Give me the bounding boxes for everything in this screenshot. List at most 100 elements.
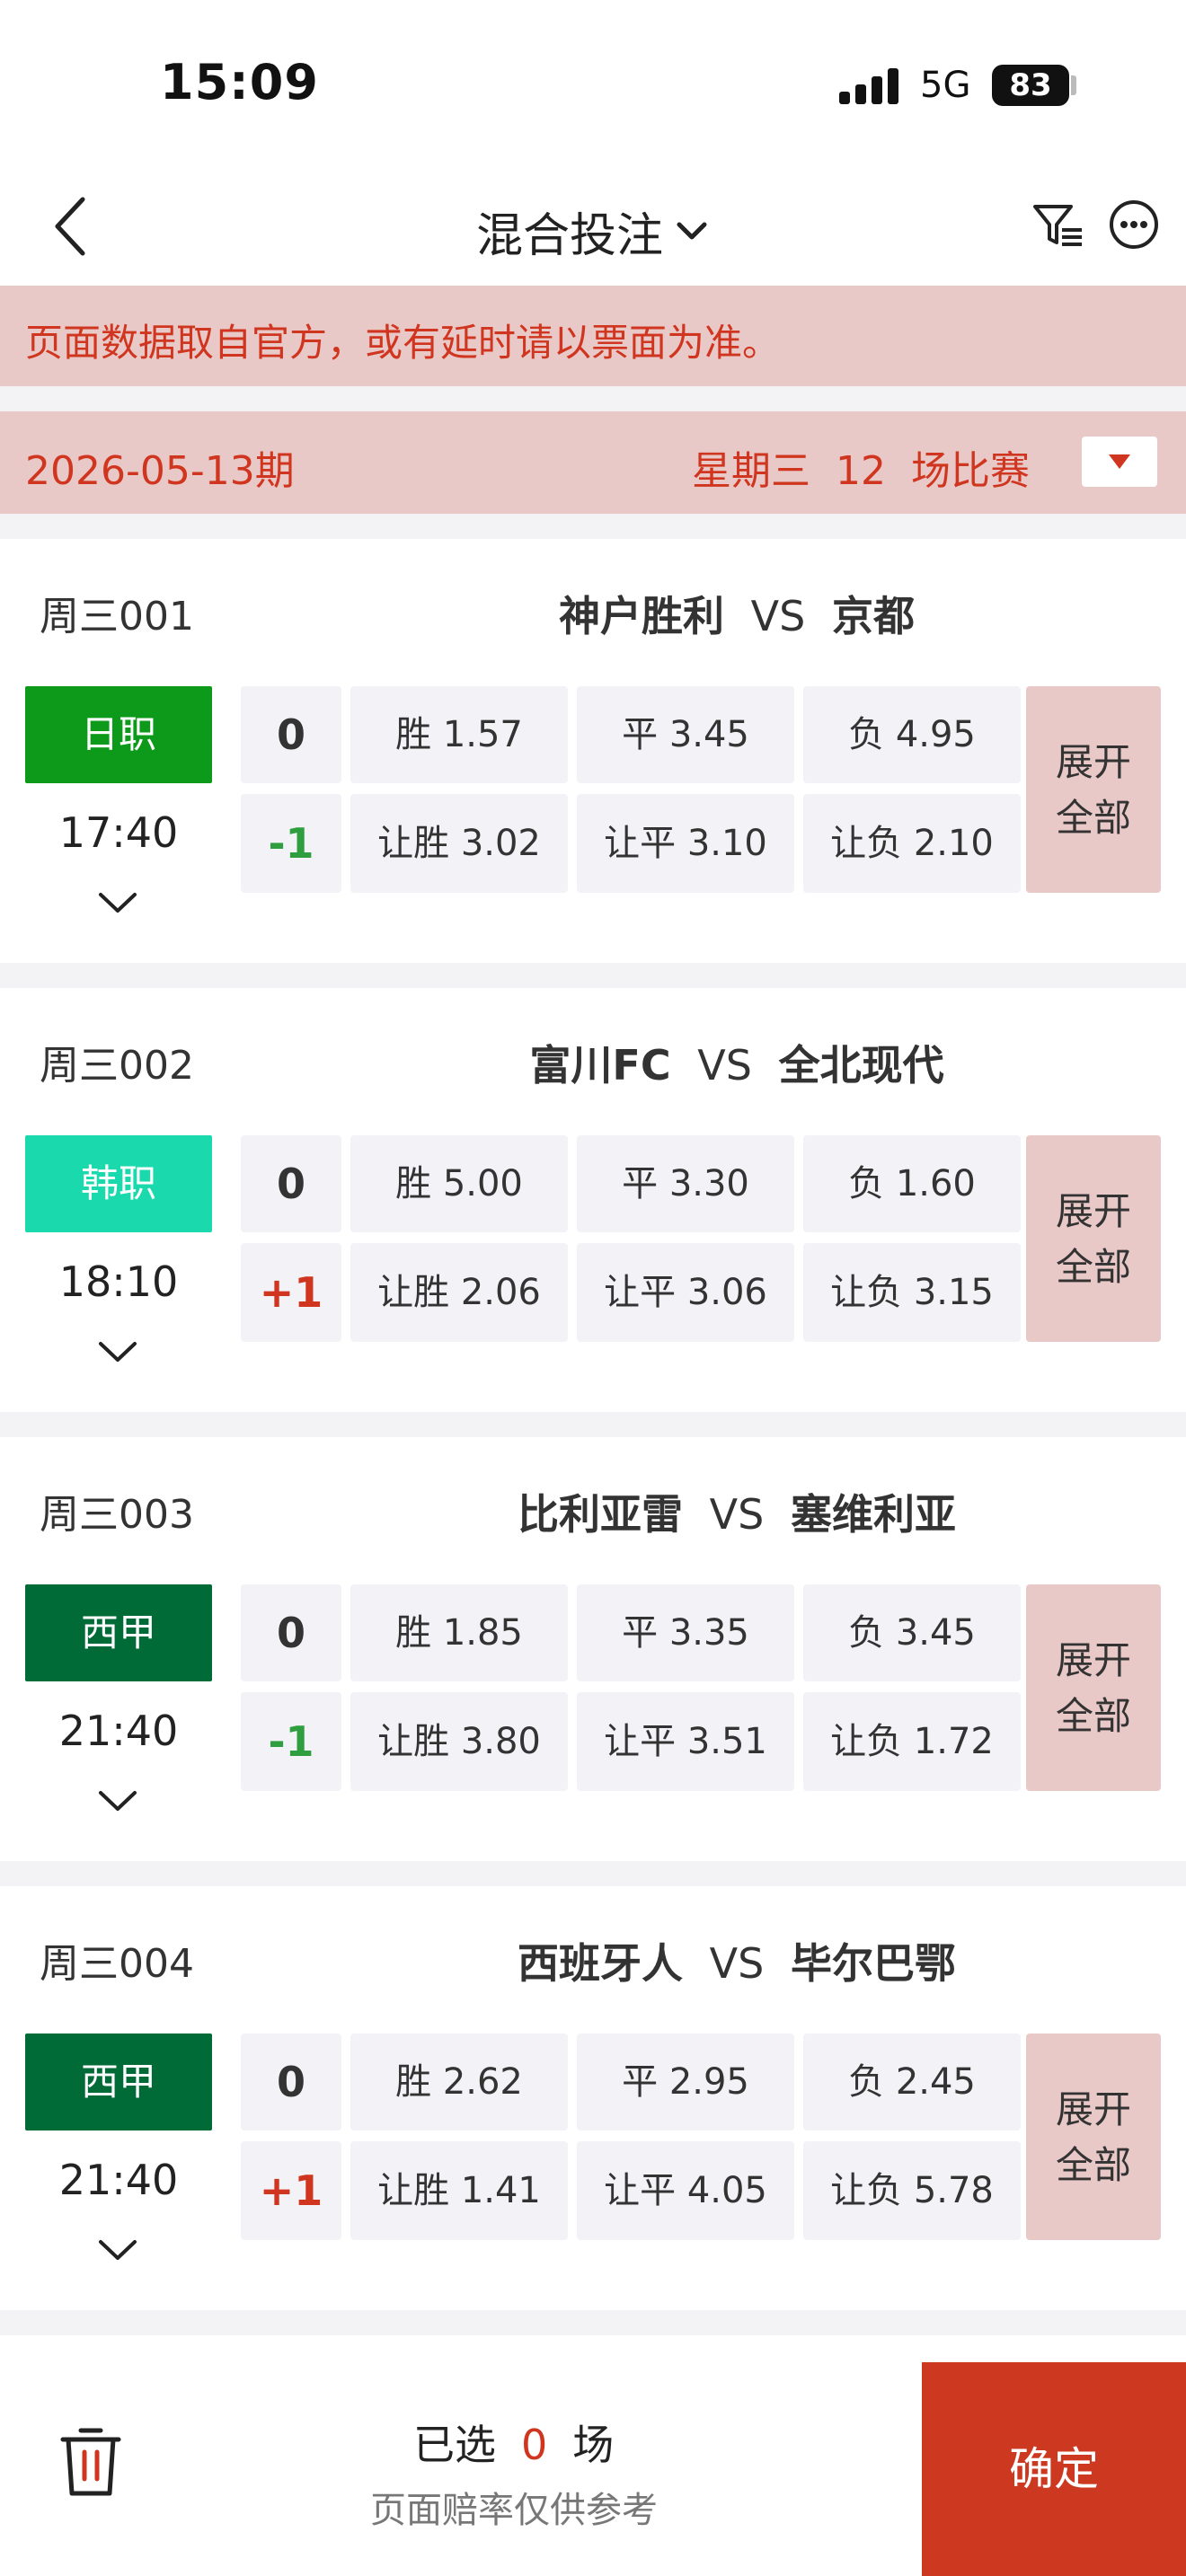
home-team: 神户胜利 <box>559 592 724 640</box>
handicap-value: -1 <box>241 794 341 893</box>
issue-match-count: 12 <box>836 448 886 494</box>
notice-text: 页面数据取自官方，或有延时请以票面为准。 <box>25 321 781 365</box>
selected-summary: 已选 0 场 <box>413 2413 614 2472</box>
page-title: 混合投注 <box>476 209 664 263</box>
away-team: 塞维利亚 <box>791 1490 956 1539</box>
issue-dropdown-button[interactable] <box>1082 437 1157 487</box>
odds-handicap-lose[interactable]: 让负 5.78 <box>803 2141 1021 2240</box>
handicap-zero: 0 <box>241 686 341 783</box>
handicap-zero: 0 <box>241 1135 341 1232</box>
chevron-down-icon[interactable] <box>97 1340 138 1365</box>
home-team: 比利亚雷 <box>518 1490 683 1539</box>
odds-draw[interactable]: 平 2.95 <box>577 2033 794 2130</box>
triangle-down-icon <box>1109 454 1130 469</box>
expand-label-1: 展开 <box>1055 1638 1131 1682</box>
divider <box>0 386 1186 411</box>
match-card: 周三004 西班牙人 VS 毕尔巴鄂 西甲 21:40 0 胜 2.62 平 2.95 负 2.4… <box>0 1886 1186 2310</box>
expand-label-2: 全部 <box>1055 796 1131 840</box>
odds-handicap-draw[interactable]: 让平 3.10 <box>577 794 794 893</box>
divider <box>0 1861 1186 1886</box>
league-badge: 韩职 <box>25 1135 212 1232</box>
odds-handicap-lose[interactable]: 让负 3.15 <box>803 1243 1021 1342</box>
odds-note: 页面赔率仅供参考 <box>370 2490 658 2531</box>
battery-icon: 83 <box>992 65 1069 106</box>
odds-lose[interactable]: 负 4.95 <box>803 686 1021 783</box>
bottom-bar: 已选 0 场 页面赔率仅供参考 确定 <box>0 2362 1186 2576</box>
match-code: 周三003 <box>40 1492 194 1538</box>
match-card: 周三001 神户胜利 VS 京都日职 17:40 0 胜 1.57 平 3.45 负 4.95 -… <box>0 539 1186 963</box>
odds-win[interactable]: 胜 1.57 <box>350 686 568 783</box>
issue-date: 2026-05-13期 <box>25 448 295 494</box>
filter-icon <box>1033 205 1082 246</box>
odds-handicap-draw[interactable]: 让平 3.06 <box>577 1243 794 1342</box>
expand-label-1: 展开 <box>1055 2087 1131 2131</box>
odds-handicap-win[interactable]: 让胜 3.80 <box>350 1692 568 1791</box>
handicap-zero: 0 <box>241 2033 341 2130</box>
expand-label-1: 展开 <box>1055 1189 1131 1233</box>
match-teams: 西班牙人 VS 毕尔巴鄂 <box>341 1931 1132 1990</box>
odds-handicap-win[interactable]: 让胜 2.06 <box>350 1243 568 1342</box>
odds-win[interactable]: 胜 5.00 <box>350 1135 568 1232</box>
signal-icon <box>839 68 902 104</box>
expand-all-button[interactable]: 展开 全部 <box>1026 1584 1161 1791</box>
odds-lose[interactable]: 负 1.60 <box>803 1135 1021 1232</box>
more-button[interactable] <box>1107 198 1161 251</box>
confirm-button[interactable]: 确定 <box>922 2362 1186 2576</box>
status-bar: 15:09 5G 83 <box>0 0 1186 171</box>
vs-label: VS <box>697 1041 752 1090</box>
odds-lose[interactable]: 负 2.45 <box>803 2033 1021 2130</box>
odds-handicap-lose[interactable]: 让负 2.10 <box>803 794 1021 893</box>
odds-draw[interactable]: 平 3.30 <box>577 1135 794 1232</box>
issue-summary: 星期三 12 场比赛 <box>692 438 1030 496</box>
odds-win[interactable]: 胜 2.62 <box>350 2033 568 2130</box>
divider <box>0 2310 1186 2335</box>
chevron-down-icon <box>677 222 707 239</box>
odds-draw[interactable]: 平 3.45 <box>577 686 794 783</box>
odds-lose[interactable]: 负 3.45 <box>803 1584 1021 1681</box>
play-type-selector[interactable]: 混合投注 <box>476 198 708 265</box>
chevron-down-icon[interactable] <box>97 1789 138 1814</box>
battery-tip <box>1071 75 1076 95</box>
match-time: 21:40 <box>58 1707 179 1755</box>
expand-label-2: 全部 <box>1055 1694 1131 1738</box>
expand-all-button[interactable]: 展开 全部 <box>1026 1135 1161 1342</box>
network-label: 5G <box>920 65 971 106</box>
divider <box>0 963 1186 988</box>
away-team: 全北现代 <box>778 1041 944 1090</box>
chevron-left-icon <box>55 197 85 256</box>
back-button[interactable] <box>47 190 101 262</box>
odds-win[interactable]: 胜 1.85 <box>350 1584 568 1681</box>
handicap-value: -1 <box>241 1692 341 1791</box>
issue-bar: 2026-05-13期 星期三 12 场比赛 <box>0 411 1186 514</box>
clear-selection-button[interactable] <box>58 2422 124 2501</box>
expand-label-1: 展开 <box>1055 740 1131 784</box>
filter-button[interactable] <box>1031 199 1085 253</box>
chevron-down-icon[interactable] <box>97 891 138 916</box>
match-time: 21:40 <box>58 2156 179 2204</box>
odds-draw[interactable]: 平 3.35 <box>577 1584 794 1681</box>
vs-label: VS <box>709 1490 765 1539</box>
divider <box>0 514 1186 539</box>
odds-handicap-win[interactable]: 让胜 1.41 <box>350 2141 568 2240</box>
match-card: 周三003 比利亚雷 VS 塞维利亚 西甲 21:40 0 胜 1.85 平 3.35 负 3.4… <box>0 1437 1186 1861</box>
odds-handicap-win[interactable]: 让胜 3.02 <box>350 794 568 893</box>
odds-handicap-draw[interactable]: 让平 3.51 <box>577 1692 794 1791</box>
expand-all-button[interactable]: 展开 全部 <box>1026 2033 1161 2240</box>
odds-handicap-lose[interactable]: 让负 1.72 <box>803 1692 1021 1791</box>
odds-handicap-draw[interactable]: 让平 4.05 <box>577 2141 794 2240</box>
chevron-down-icon[interactable] <box>97 2238 138 2263</box>
expand-label-2: 全部 <box>1055 1245 1131 1289</box>
more-icon <box>1110 200 1158 249</box>
league-badge: 日职 <box>25 686 212 783</box>
expand-all-button[interactable]: 展开 全部 <box>1026 686 1161 893</box>
status-time: 15:09 <box>160 54 319 110</box>
issue-weekday: 星期三 <box>692 448 810 494</box>
handicap-value: +1 <box>241 2141 341 2240</box>
match-teams: 神户胜利 VS 京都 <box>341 584 1132 643</box>
home-team: 富川FC <box>529 1041 671 1090</box>
home-team: 西班牙人 <box>518 1939 683 1988</box>
match-code: 周三001 <box>40 594 194 640</box>
match-card: 周三002 富川FC VS 全北现代 韩职 18:10 0 胜 5.00 平 3.30 负 1.6… <box>0 988 1186 1412</box>
nav-bar: 混合投注 <box>0 171 1186 284</box>
match-time: 17:40 <box>58 808 179 857</box>
